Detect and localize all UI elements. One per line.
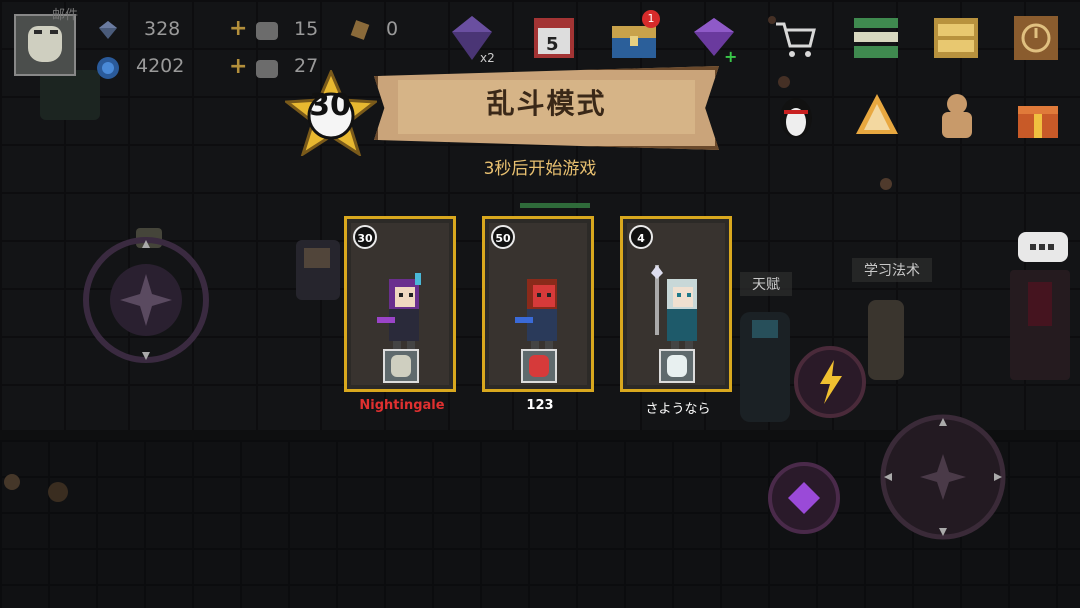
talent-label[interactable]: 天赋 — [740, 272, 792, 296]
player-level: 4 — [629, 225, 653, 249]
energy-count: 0 — [386, 18, 399, 40]
avatar-eye — [50, 30, 58, 34]
plus-icon: + — [229, 54, 248, 79]
drawer-icon[interactable] — [930, 12, 982, 64]
svg-text:5: 5 — [546, 34, 559, 55]
gem-icon — [99, 21, 117, 39]
penguin-icon[interactable] — [776, 92, 816, 140]
gingerbread-icon[interactable] — [934, 92, 980, 140]
player-name: さようなら — [645, 402, 711, 417]
coin-bag-icon — [256, 60, 278, 78]
movement-joystick[interactable] — [76, 230, 216, 370]
portrait-face — [529, 355, 549, 377]
attack-joystick[interactable] — [876, 410, 1010, 544]
mail-label: 邮件 — [52, 8, 79, 23]
learn-spell-label[interactable]: 学习法术 — [852, 258, 932, 282]
mode-level: 30 — [309, 88, 351, 123]
gem-count: 328 — [144, 18, 181, 40]
player-card[interactable]: 4 — [620, 216, 732, 392]
bell-icon[interactable] — [852, 92, 902, 138]
weapon-swap-icon[interactable] — [766, 460, 842, 536]
player-portrait — [659, 349, 695, 383]
countdown-text: 3秒后开始游戏 — [483, 159, 597, 179]
svg-text:+: + — [724, 47, 737, 64]
ticket-icon — [350, 20, 370, 40]
portrait-face — [667, 355, 687, 377]
gift-icon[interactable] — [1014, 92, 1062, 140]
player-card[interactable]: 30 — [344, 216, 456, 392]
knight-sprite-icon — [377, 273, 421, 349]
portrait-face — [391, 355, 411, 377]
plus-icon: + — [229, 16, 248, 41]
player-name: 123 — [526, 398, 554, 413]
hp-bar — [520, 203, 590, 208]
clock-book-icon[interactable] — [1010, 12, 1062, 64]
diamond-plus-icon[interactable]: + — [690, 12, 742, 64]
svg-text:x2: x2 — [480, 51, 495, 64]
gem-double-icon[interactable]: x2 — [446, 12, 498, 64]
berserker-sprite-icon — [515, 279, 557, 349]
avatar-eye — [34, 30, 42, 34]
calendar-icon[interactable]: 5 — [528, 12, 580, 64]
chat-bubble-icon[interactable] — [1018, 232, 1068, 262]
player-level: 30 — [353, 225, 377, 249]
mode-title: 乱斗模式 — [486, 87, 607, 120]
stack-icon[interactable] — [850, 12, 902, 64]
mage-sprite-icon — [651, 265, 697, 349]
gem-add-count: 15 — [294, 18, 319, 40]
coin-icon — [97, 57, 119, 79]
lightning-skill-icon[interactable] — [792, 344, 868, 420]
player-portrait — [383, 349, 419, 383]
notification-badge: 1 — [642, 10, 660, 28]
energy-bag-icon — [256, 22, 278, 40]
player-card[interactable]: 50 — [482, 216, 594, 392]
coin-count: 4202 — [136, 55, 185, 77]
player-name: Nightingale — [359, 398, 445, 413]
player-portrait — [521, 349, 557, 383]
shop-cart-icon[interactable] — [772, 18, 818, 60]
player-level: 50 — [491, 225, 515, 249]
player-avatar[interactable] — [14, 14, 76, 76]
